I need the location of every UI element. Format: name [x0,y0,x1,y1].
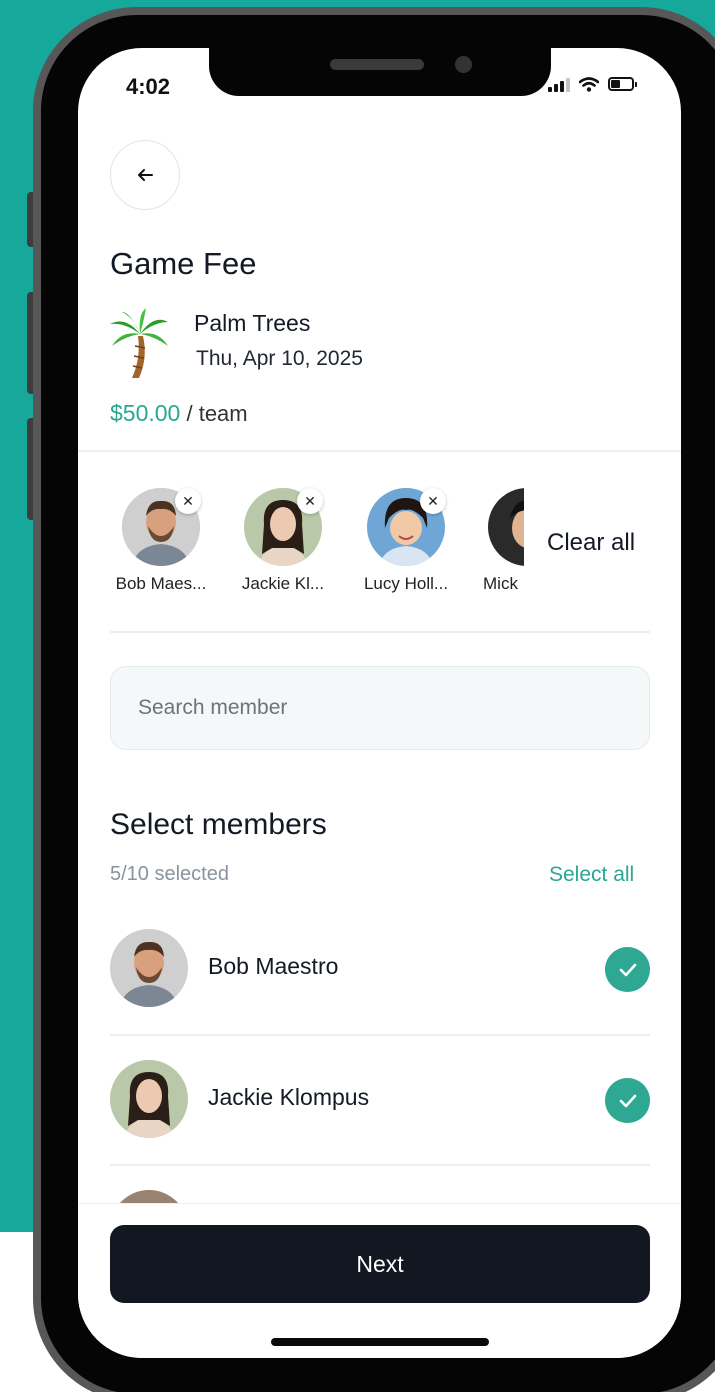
avatar [110,929,188,1007]
member-row[interactable]: Bob Maestro [110,929,650,1009]
phone-screen: 4:02 Game Fee Palm Trees Thu, Apr 10, 20… [78,48,681,1358]
remove-chip-button[interactable]: ✕ [175,488,201,514]
member-row[interactable]: Jackie Klompus [110,1060,650,1140]
back-button[interactable] [110,140,180,210]
checkbox-checked[interactable] [605,1078,650,1123]
chip-label: Lucy Holl... [363,574,449,593]
wifi-icon [579,76,599,92]
selected-count: 5/10 selected [110,863,229,885]
home-indicator [271,1338,489,1346]
remove-chip-button[interactable]: ✕ [420,488,446,514]
chip-label: Jackie Kl... [241,574,325,593]
remove-chip-button[interactable]: ✕ [297,488,323,514]
clear-all-button[interactable]: Clear all [547,529,635,557]
price-row: $50.00 / team [110,400,248,427]
next-button[interactable]: Next [110,1225,650,1303]
status-icons [548,76,637,92]
divider [110,631,650,633]
section-title: Select members [110,808,327,841]
status-time: 4:02 [126,74,171,99]
check-icon [619,1094,636,1107]
battery-icon [608,77,637,91]
divider [110,1164,650,1166]
front-camera [455,56,472,73]
checkbox-checked[interactable] [605,947,650,992]
price-unit: / team [186,401,248,426]
speaker [330,59,424,70]
select-all-button[interactable]: Select all [549,863,634,887]
chip-label: Bob Maes... [115,574,207,593]
event-date: Thu, Apr 10, 2025 [196,347,363,370]
section-divider [78,450,681,452]
selected-chip[interactable]: Mick [474,488,524,594]
avatar [110,1060,188,1138]
search-input[interactable] [110,666,650,750]
price-amount: $50.00 [110,400,181,426]
arrow-left-icon [138,169,153,181]
signal-icon [548,76,570,92]
notch [209,48,551,96]
member-name: Jackie Klompus [208,1084,370,1110]
divider [110,1034,650,1036]
palm-tree-icon [110,308,168,378]
member-name: Bob Maestro [208,953,339,979]
avatar [488,488,524,566]
check-icon [619,963,636,976]
page-title: Game Fee [110,246,257,281]
venue-name: Palm Trees [194,310,311,336]
chip-label: Mick [483,574,518,593]
